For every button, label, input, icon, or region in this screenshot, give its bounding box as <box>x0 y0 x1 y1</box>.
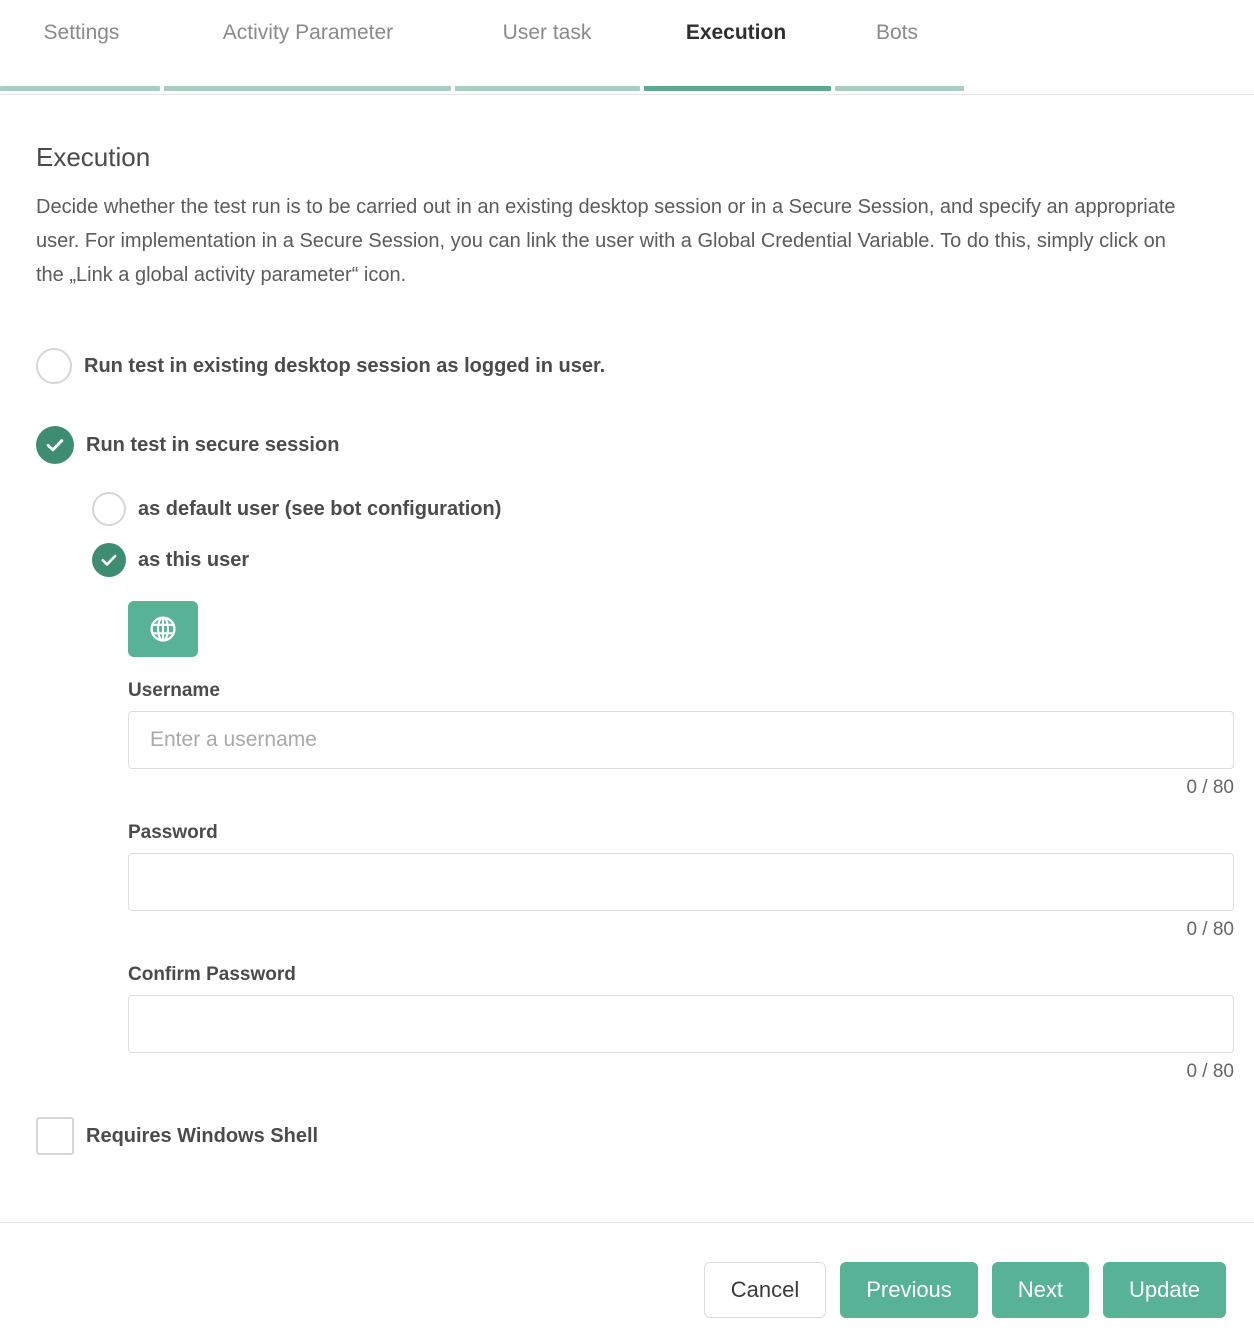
radio-as-default-user[interactable]: as default user (see bot configuration) <box>92 492 1218 526</box>
tab-underline-settings <box>0 86 160 91</box>
link-global-parameter-button[interactable] <box>128 601 198 657</box>
execution-dialog: Settings Activity Parameter User task Execu… <box>0 0 1254 1330</box>
tab-underline-activity-parameter <box>164 86 451 91</box>
radio-unchecked-icon[interactable] <box>36 348 72 384</box>
char-counter-username: 0 / 80 <box>1186 777 1234 798</box>
label-username: Username <box>128 680 220 701</box>
execution-content: Execution Decide whether the test run is… <box>0 142 1254 1155</box>
tab-settings[interactable]: Settings <box>0 16 163 50</box>
tabbar-baseline <box>0 94 1254 95</box>
tab-underline-execution <box>644 86 831 91</box>
checkbox-requires-windows-shell-label: Requires Windows Shell <box>86 1124 319 1147</box>
footer-divider <box>0 1222 1254 1223</box>
label-password: Password <box>128 822 218 843</box>
tabs-row: Settings Activity Parameter User task Execu… <box>0 0 1254 66</box>
radio-checked-icon[interactable] <box>92 543 126 577</box>
input-password[interactable] <box>128 853 1234 911</box>
tab-execution[interactable]: Execution <box>641 16 831 50</box>
tab-underline-row <box>0 86 1254 91</box>
credential-fields: Username 0 / 80 Password 0 / 80 Confirm Pass… <box>128 680 1234 1083</box>
tab-bar: Settings Activity Parameter User task Execu… <box>0 0 1254 95</box>
radio-run-in-secure-session[interactable]: Run test in secure session <box>36 426 1218 464</box>
radio-run-in-secure-session-label: Run test in secure session <box>86 433 340 456</box>
radio-as-default-user-label: as default user (see bot configuration) <box>138 497 502 520</box>
next-button[interactable]: Next <box>991 1262 1090 1318</box>
tab-activity-parameter[interactable]: Activity Parameter <box>163 16 453 50</box>
footer-actions: Cancel Previous Next Update <box>0 1262 1254 1318</box>
radio-as-this-user[interactable]: as this user <box>92 543 1218 577</box>
radio-as-this-user-label: as this user <box>138 548 250 571</box>
radio-run-in-existing-session[interactable]: Run test in existing desktop session as … <box>36 348 1218 384</box>
label-confirm-password: Confirm Password <box>128 964 296 985</box>
char-counter-password: 0 / 80 <box>1186 919 1234 940</box>
tab-bots[interactable]: Bots <box>831 16 963 50</box>
tab-underline-user-task <box>455 86 640 91</box>
page-title: Execution <box>36 142 151 172</box>
previous-button[interactable]: Previous <box>840 1262 978 1318</box>
link-global-parameter-wrap <box>128 601 1218 657</box>
input-username[interactable] <box>128 711 1234 769</box>
secure-session-suboptions: as default user (see bot configuration) … <box>92 492 1218 577</box>
checkbox-unchecked-icon[interactable] <box>36 1117 74 1155</box>
page-description: Decide whether the test run is to be car… <box>36 196 1176 286</box>
char-counter-confirm-password: 0 / 80 <box>1186 1061 1234 1082</box>
checkbox-requires-windows-shell[interactable]: Requires Windows Shell <box>36 1117 1218 1155</box>
globe-icon <box>150 616 176 642</box>
update-button[interactable]: Update <box>1103 1262 1226 1318</box>
radio-unchecked-icon[interactable] <box>92 492 126 526</box>
radio-run-in-existing-session-label: Run test in existing desktop session as … <box>84 354 606 377</box>
radio-checked-icon[interactable] <box>36 426 74 464</box>
tab-user-task[interactable]: User task <box>453 16 641 50</box>
tab-underline-bots <box>835 86 964 91</box>
input-confirm-password[interactable] <box>128 995 1234 1053</box>
cancel-button[interactable]: Cancel <box>703 1262 827 1318</box>
